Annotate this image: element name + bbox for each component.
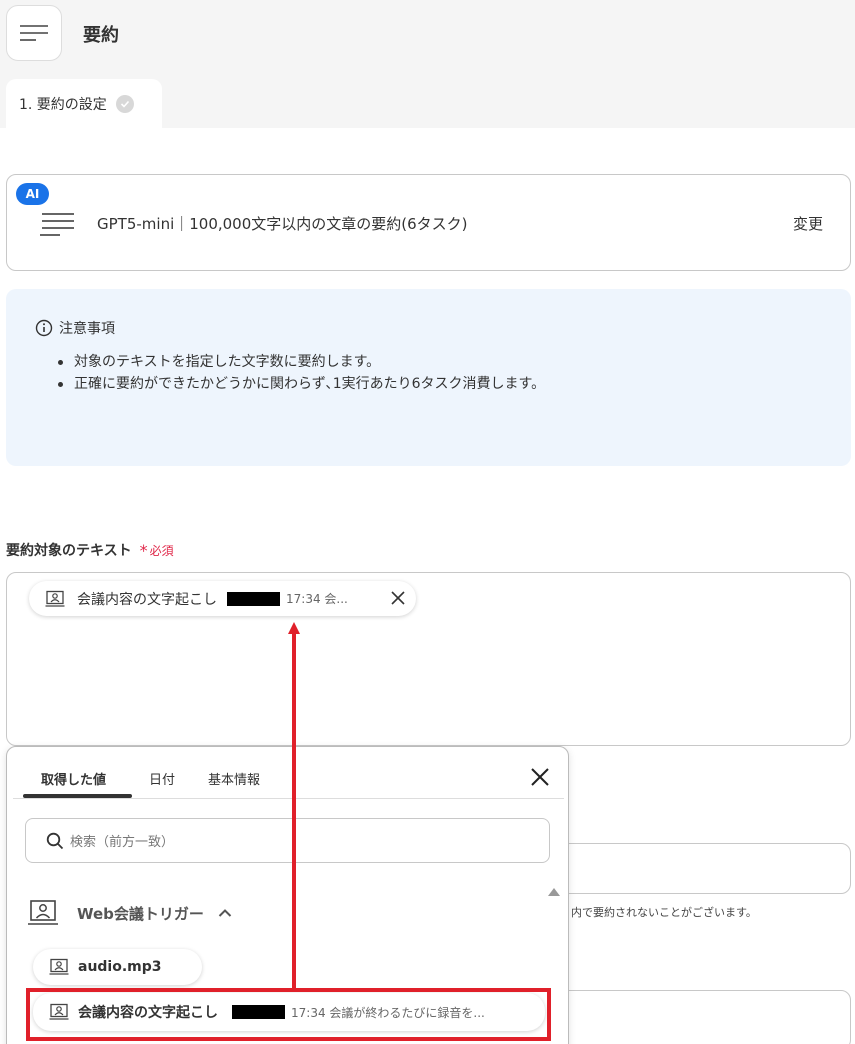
character-limit-input[interactable]	[555, 843, 851, 894]
required-text: 必須	[149, 543, 174, 558]
step-tab-1[interactable]: 1. 要約の設定	[6, 79, 162, 128]
change-model-button[interactable]: 変更	[793, 213, 823, 234]
list-item-label: audio.mp3	[78, 959, 162, 975]
active-tab-indicator	[23, 794, 132, 798]
search-placeholder: 検索（前方一致）	[70, 835, 175, 850]
notice-item: 正確に要約ができたかどうかに関わらず､1実行あたり6タスク消費します。	[56, 373, 545, 395]
character-limit-note: 内で要約されないことがございます。	[571, 906, 757, 919]
hamburger-menu-button[interactable]	[6, 5, 62, 61]
annotation-arrow-icon	[288, 622, 300, 988]
notice-panel: 注意事項 対象のテキストを指定した文字数に要約します。 正確に要約ができたかどう…	[6, 289, 851, 466]
info-icon	[35, 319, 53, 337]
list-item-audio[interactable]: audio.mp3	[33, 949, 202, 985]
notice-title: 注意事項	[59, 321, 115, 337]
field-label-text: 要約対象のテキスト	[6, 543, 132, 559]
chip-label: 会議内容の文字起こし	[77, 591, 217, 608]
model-selector: AI GPT5-mini｜100,000文字以内の文章の要約(6タスク) 変更	[6, 174, 851, 271]
summary-icon	[40, 213, 74, 236]
background-input[interactable]	[555, 990, 851, 1044]
model-description: GPT5-mini｜100,000文字以内の文章の要約(6タスク)	[97, 215, 468, 233]
chip-time: 17:34 会...	[286, 592, 348, 606]
ai-badge: AI	[16, 183, 49, 205]
scroll-up-icon[interactable]	[547, 887, 561, 897]
tab-date[interactable]: 日付	[149, 769, 175, 788]
meeting-icon	[45, 590, 65, 607]
tab-basic-info[interactable]: 基本情報	[208, 769, 260, 788]
notice-list: 対象のテキストを指定した文字数に要約します。 正確に要約ができたかどうかに関わら…	[56, 351, 545, 395]
meeting-icon	[49, 958, 69, 975]
redacted-block	[227, 591, 280, 606]
check-icon	[115, 94, 134, 113]
meeting-icon	[28, 900, 58, 925]
required-badge: * 必須	[140, 541, 174, 560]
group-label: Web会議トリガー	[77, 904, 204, 923]
search-icon	[46, 832, 64, 849]
group-web-meeting-trigger[interactable]: Web会議トリガー	[27, 899, 232, 927]
annotation-highlight-box	[26, 988, 551, 1041]
value-chip[interactable]: 会議内容の文字起こし 17:34 会...	[29, 581, 416, 616]
tab-acquired-values[interactable]: 取得した値	[41, 769, 106, 788]
notice-header: 注意事項	[35, 318, 115, 338]
close-icon[interactable]	[390, 590, 406, 606]
notice-item: 対象のテキストを指定した文字数に要約します。	[56, 351, 545, 373]
field-label: 要約対象のテキスト * 必須	[6, 540, 174, 560]
step-tab-label: 1. 要約の設定	[19, 96, 107, 113]
close-icon[interactable]	[530, 767, 550, 787]
required-asterisk-icon: *	[139, 540, 148, 560]
summary-target-textarea[interactable]: 会議内容の文字起こし 17:34 会...	[6, 572, 851, 746]
chevron-up-icon	[218, 909, 232, 917]
hamburger-icon	[20, 25, 48, 41]
page-title: 要約	[83, 25, 119, 46]
top-bar: 要約 1. 要約の設定	[0, 0, 855, 128]
